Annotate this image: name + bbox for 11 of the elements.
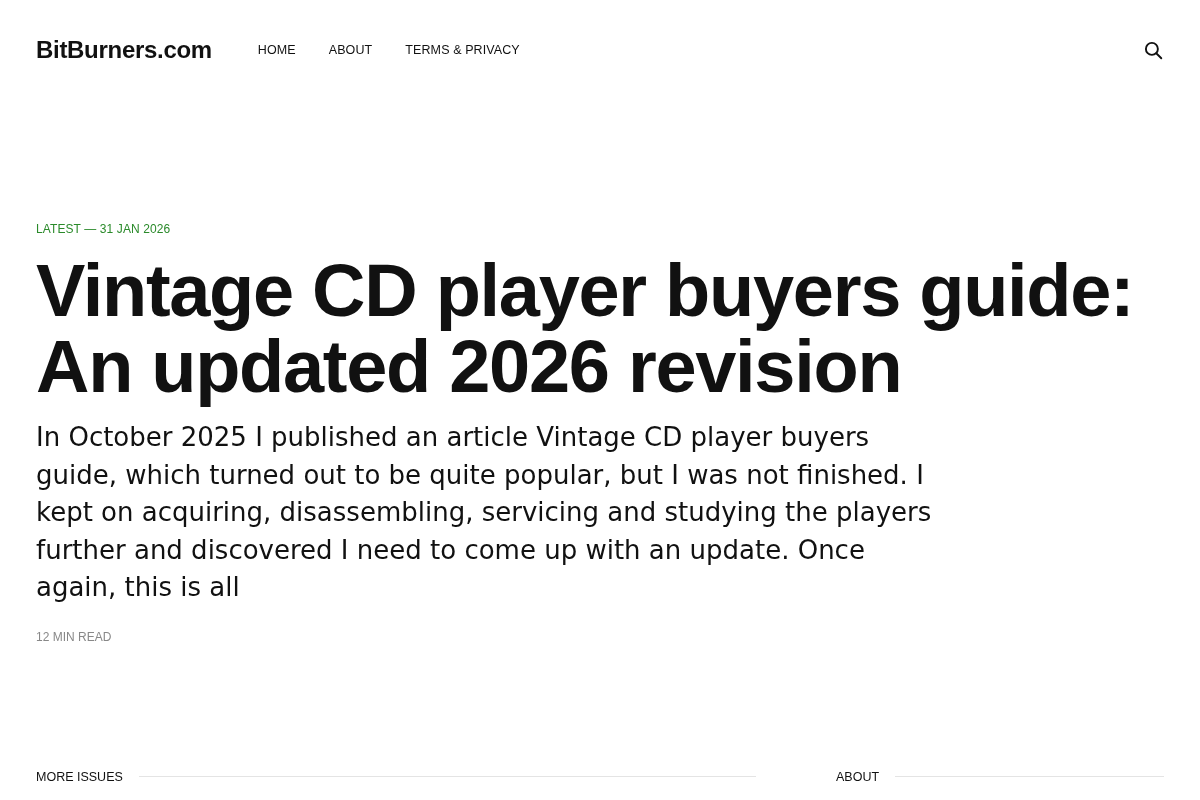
section-heading: ABOUT (836, 769, 880, 784)
search-icon[interactable] (1144, 40, 1163, 60)
nav-link[interactable]: ABOUT (328, 43, 373, 57)
section-heading: MORE ISSUES (36, 769, 123, 784)
article-title[interactable]: Vintage CD player buyers guide: An updated 2026 revision (36, 253, 1164, 405)
latest-date-label: LATEST — 31 JAN 2026 (36, 221, 172, 237)
nav-link[interactable]: HOME (257, 43, 296, 57)
site-logo[interactable]: BitBurners.com (36, 36, 212, 64)
nav-link[interactable]: TERMS & PRIVACY (405, 43, 520, 57)
article-excerpt: In October 2025 I published an article Vintage CD player buyers guide, which turned out to be quite popular, but I was not finished. I kept on acquiring, disassembling, servicing and studying the players further and discovered I need to come up with an update. Once again, this is all (36, 421, 933, 605)
reading-time: 12 MIN READ (36, 628, 113, 645)
